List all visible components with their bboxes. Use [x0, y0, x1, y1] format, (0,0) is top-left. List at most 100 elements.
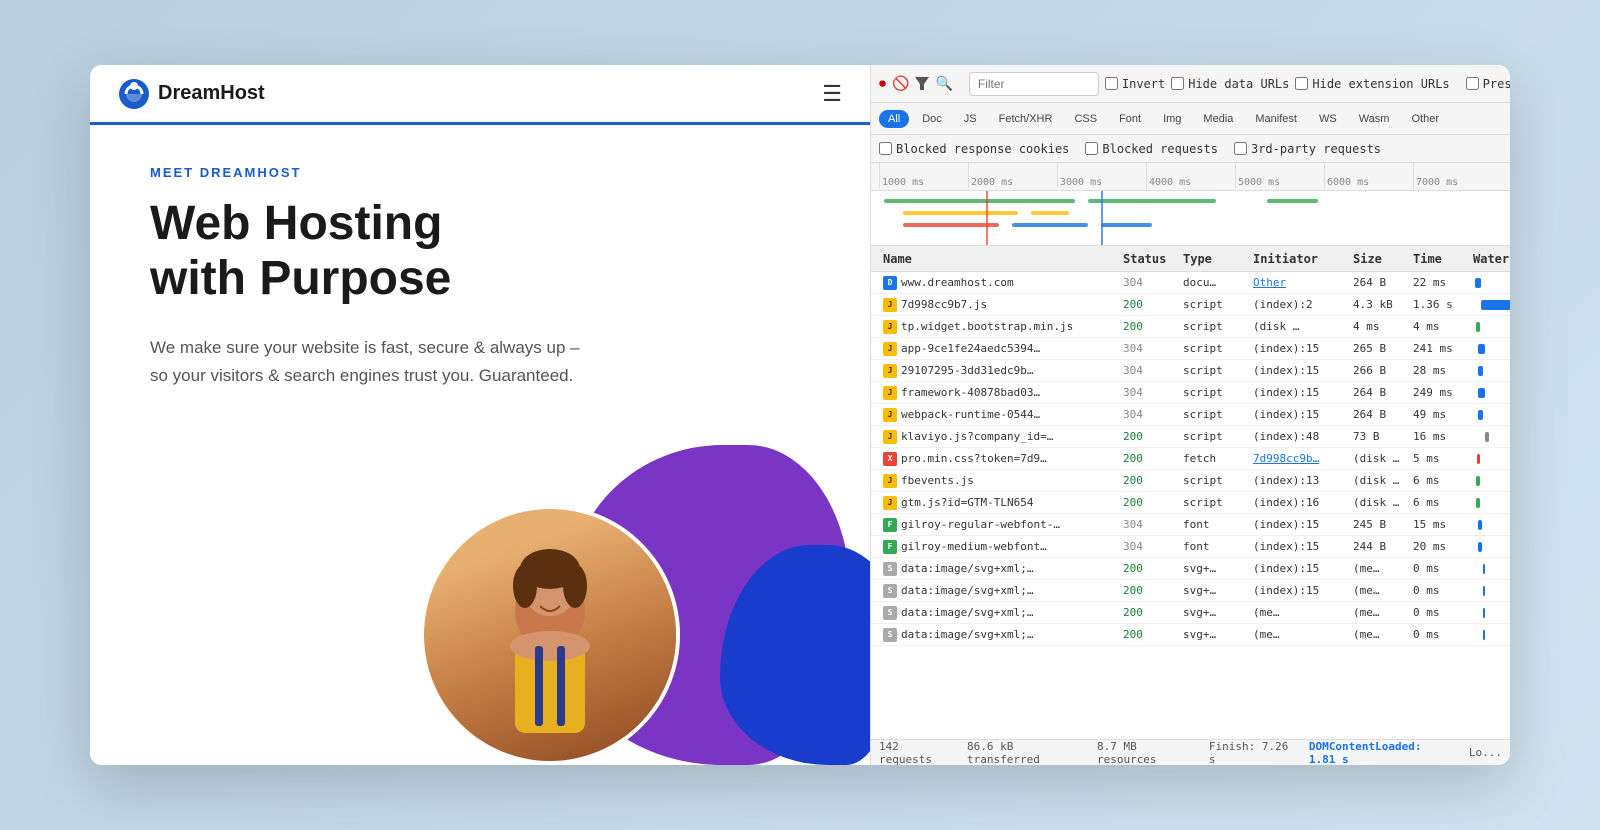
logo-wrapper: DreamHost: [118, 78, 265, 110]
td-status: 200: [1119, 320, 1179, 333]
table-row[interactable]: J gtm.js?id=GTM-TLN654 200 script (index…: [871, 492, 1510, 514]
file-icon: S: [883, 584, 897, 598]
col-status[interactable]: Status: [1119, 252, 1179, 266]
td-waterfall: [1469, 606, 1510, 619]
td-size: (me…: [1349, 606, 1409, 619]
filter-pill-other[interactable]: Other: [1402, 110, 1448, 128]
hide-ext-checkbox[interactable]: [1295, 77, 1308, 90]
blocked-requests-checkbox[interactable]: [1085, 142, 1098, 155]
hide-data-checkbox[interactable]: [1171, 77, 1184, 90]
filter-pill-ws[interactable]: WS: [1310, 110, 1346, 128]
td-size: 264 B: [1349, 408, 1409, 421]
table-row[interactable]: J klaviyo.js?company_id=… 200 script (in…: [871, 426, 1510, 448]
devtools-toolbar2: All Doc JS Fetch/XHR CSS Font Img Media …: [871, 103, 1510, 135]
td-waterfall: [1469, 496, 1510, 509]
td-status: 200: [1119, 298, 1179, 311]
wf-row-bar: [1475, 278, 1481, 288]
td-status: 200: [1119, 628, 1179, 641]
table-row[interactable]: J webpack-runtime-0544… 304 script (inde…: [871, 404, 1510, 426]
preserve-log-checkbox[interactable]: [1466, 77, 1479, 90]
file-icon: J: [883, 408, 897, 422]
filter-input[interactable]: [969, 72, 1099, 96]
td-waterfall: [1469, 298, 1510, 311]
td-type: font: [1179, 518, 1249, 531]
td-size: 264 B: [1349, 386, 1409, 399]
search-button[interactable]: 🔍: [935, 73, 952, 95]
td-size: (me…: [1349, 562, 1409, 575]
status-requests: 142 requests: [879, 740, 951, 766]
td-size: 245 B: [1349, 518, 1409, 531]
filter-button[interactable]: [915, 73, 929, 95]
td-initiator: 7d998cc9b…: [1249, 452, 1349, 465]
col-waterfall[interactable]: Waterfall ▲: [1469, 252, 1510, 266]
td-status: 200: [1119, 496, 1179, 509]
td-waterfall: [1469, 342, 1510, 355]
td-status: 304: [1119, 518, 1179, 531]
td-name: J 7d998cc9b7.js: [879, 298, 1119, 312]
filter-pill-wasm[interactable]: Wasm: [1350, 110, 1399, 128]
wf-row-bar: [1483, 586, 1485, 596]
td-type: fetch: [1179, 452, 1249, 465]
filter-pill-fetch-xhr[interactable]: Fetch/XHR: [990, 110, 1062, 128]
td-initiator: Other: [1249, 276, 1349, 289]
table-row[interactable]: J 29107295-3dd31edc9b… 304 script (index…: [871, 360, 1510, 382]
filter-pill-all[interactable]: All: [879, 110, 909, 128]
invert-checkbox[interactable]: [1105, 77, 1118, 90]
td-name: F gilroy-regular-webfont-…: [879, 518, 1119, 532]
table-row[interactable]: J app-9ce1fe24aedc5394… 304 script (inde…: [871, 338, 1510, 360]
col-type[interactable]: Type: [1179, 252, 1249, 266]
filter-pill-css[interactable]: CSS: [1065, 110, 1106, 128]
site-content: MEET DREAMHOST Web Hosting with Purpose …: [90, 125, 870, 765]
filter-pill-img[interactable]: Img: [1154, 110, 1190, 128]
status-finish: Finish: 7.26 s: [1209, 740, 1293, 766]
col-time[interactable]: Time: [1409, 252, 1469, 266]
wf-row-bar: [1483, 608, 1485, 618]
td-initiator: (index):2: [1249, 298, 1349, 311]
file-icon: F: [883, 518, 897, 532]
td-waterfall: [1469, 562, 1510, 575]
td-name: J app-9ce1fe24aedc5394…: [879, 342, 1119, 356]
table-row[interactable]: J 7d998cc9b7.js 200 script (index):2 4.3…: [871, 294, 1510, 316]
col-name[interactable]: Name: [879, 252, 1119, 266]
table-row[interactable]: J framework-40878bad03… 304 script (inde…: [871, 382, 1510, 404]
td-status: 200: [1119, 606, 1179, 619]
wf-row-bar: [1476, 476, 1480, 486]
clear-button[interactable]: 🚫: [892, 73, 909, 95]
file-icon: J: [883, 496, 897, 510]
col-size[interactable]: Size: [1349, 252, 1409, 266]
blocked-cookies-label: Blocked response cookies: [879, 142, 1069, 156]
filter-pill-doc[interactable]: Doc: [913, 110, 951, 128]
table-row[interactable]: S data:image/svg+xml;… 200 svg+… (me… (m…: [871, 624, 1510, 646]
blocked-cookies-checkbox[interactable]: [879, 142, 892, 155]
td-type: script: [1179, 298, 1249, 311]
filter-pill-font[interactable]: Font: [1110, 110, 1150, 128]
table-row[interactable]: D www.dreamhost.com 304 docu… Other 264 …: [871, 272, 1510, 294]
filter-pill-media[interactable]: Media: [1194, 110, 1242, 128]
third-party-checkbox[interactable]: [1234, 142, 1247, 155]
table-row[interactable]: J tp.widget.bootstrap.min.js 200 script …: [871, 316, 1510, 338]
wf-bar-6: [903, 223, 999, 227]
td-initiator: (me…: [1249, 606, 1349, 619]
table-row[interactable]: J fbevents.js 200 script (index):13 (dis…: [871, 470, 1510, 492]
table-row[interactable]: S data:image/svg+xml;… 200 svg+… (index)…: [871, 558, 1510, 580]
td-time: 241 ms: [1409, 342, 1469, 355]
col-initiator[interactable]: Initiator: [1249, 252, 1349, 266]
hero-visual: [420, 445, 870, 765]
table-row[interactable]: S data:image/svg+xml;… 200 svg+… (index)…: [871, 580, 1510, 602]
table-row[interactable]: F gilroy-medium-webfont… 304 font (index…: [871, 536, 1510, 558]
nav-hamburger-button[interactable]: ☰: [822, 81, 842, 107]
table-row[interactable]: S data:image/svg+xml;… 200 svg+… (me… (m…: [871, 602, 1510, 624]
preserve-log-label: Preserve log: [1466, 77, 1510, 91]
td-size: 4 ms: [1349, 320, 1409, 333]
td-name: J webpack-runtime-0544…: [879, 408, 1119, 422]
record-button[interactable]: ⏺: [879, 73, 886, 95]
table-row[interactable]: F gilroy-regular-webfont-… 304 font (ind…: [871, 514, 1510, 536]
file-icon: X: [883, 452, 897, 466]
filter-pill-js[interactable]: JS: [955, 110, 986, 128]
table-row[interactable]: X pro.min.css?token=7d9… 200 fetch 7d998…: [871, 448, 1510, 470]
td-waterfall: [1469, 452, 1510, 465]
td-status: 200: [1119, 452, 1179, 465]
td-size: (disk …: [1349, 452, 1409, 465]
td-status: 200: [1119, 430, 1179, 443]
filter-pill-manifest[interactable]: Manifest: [1246, 110, 1306, 128]
